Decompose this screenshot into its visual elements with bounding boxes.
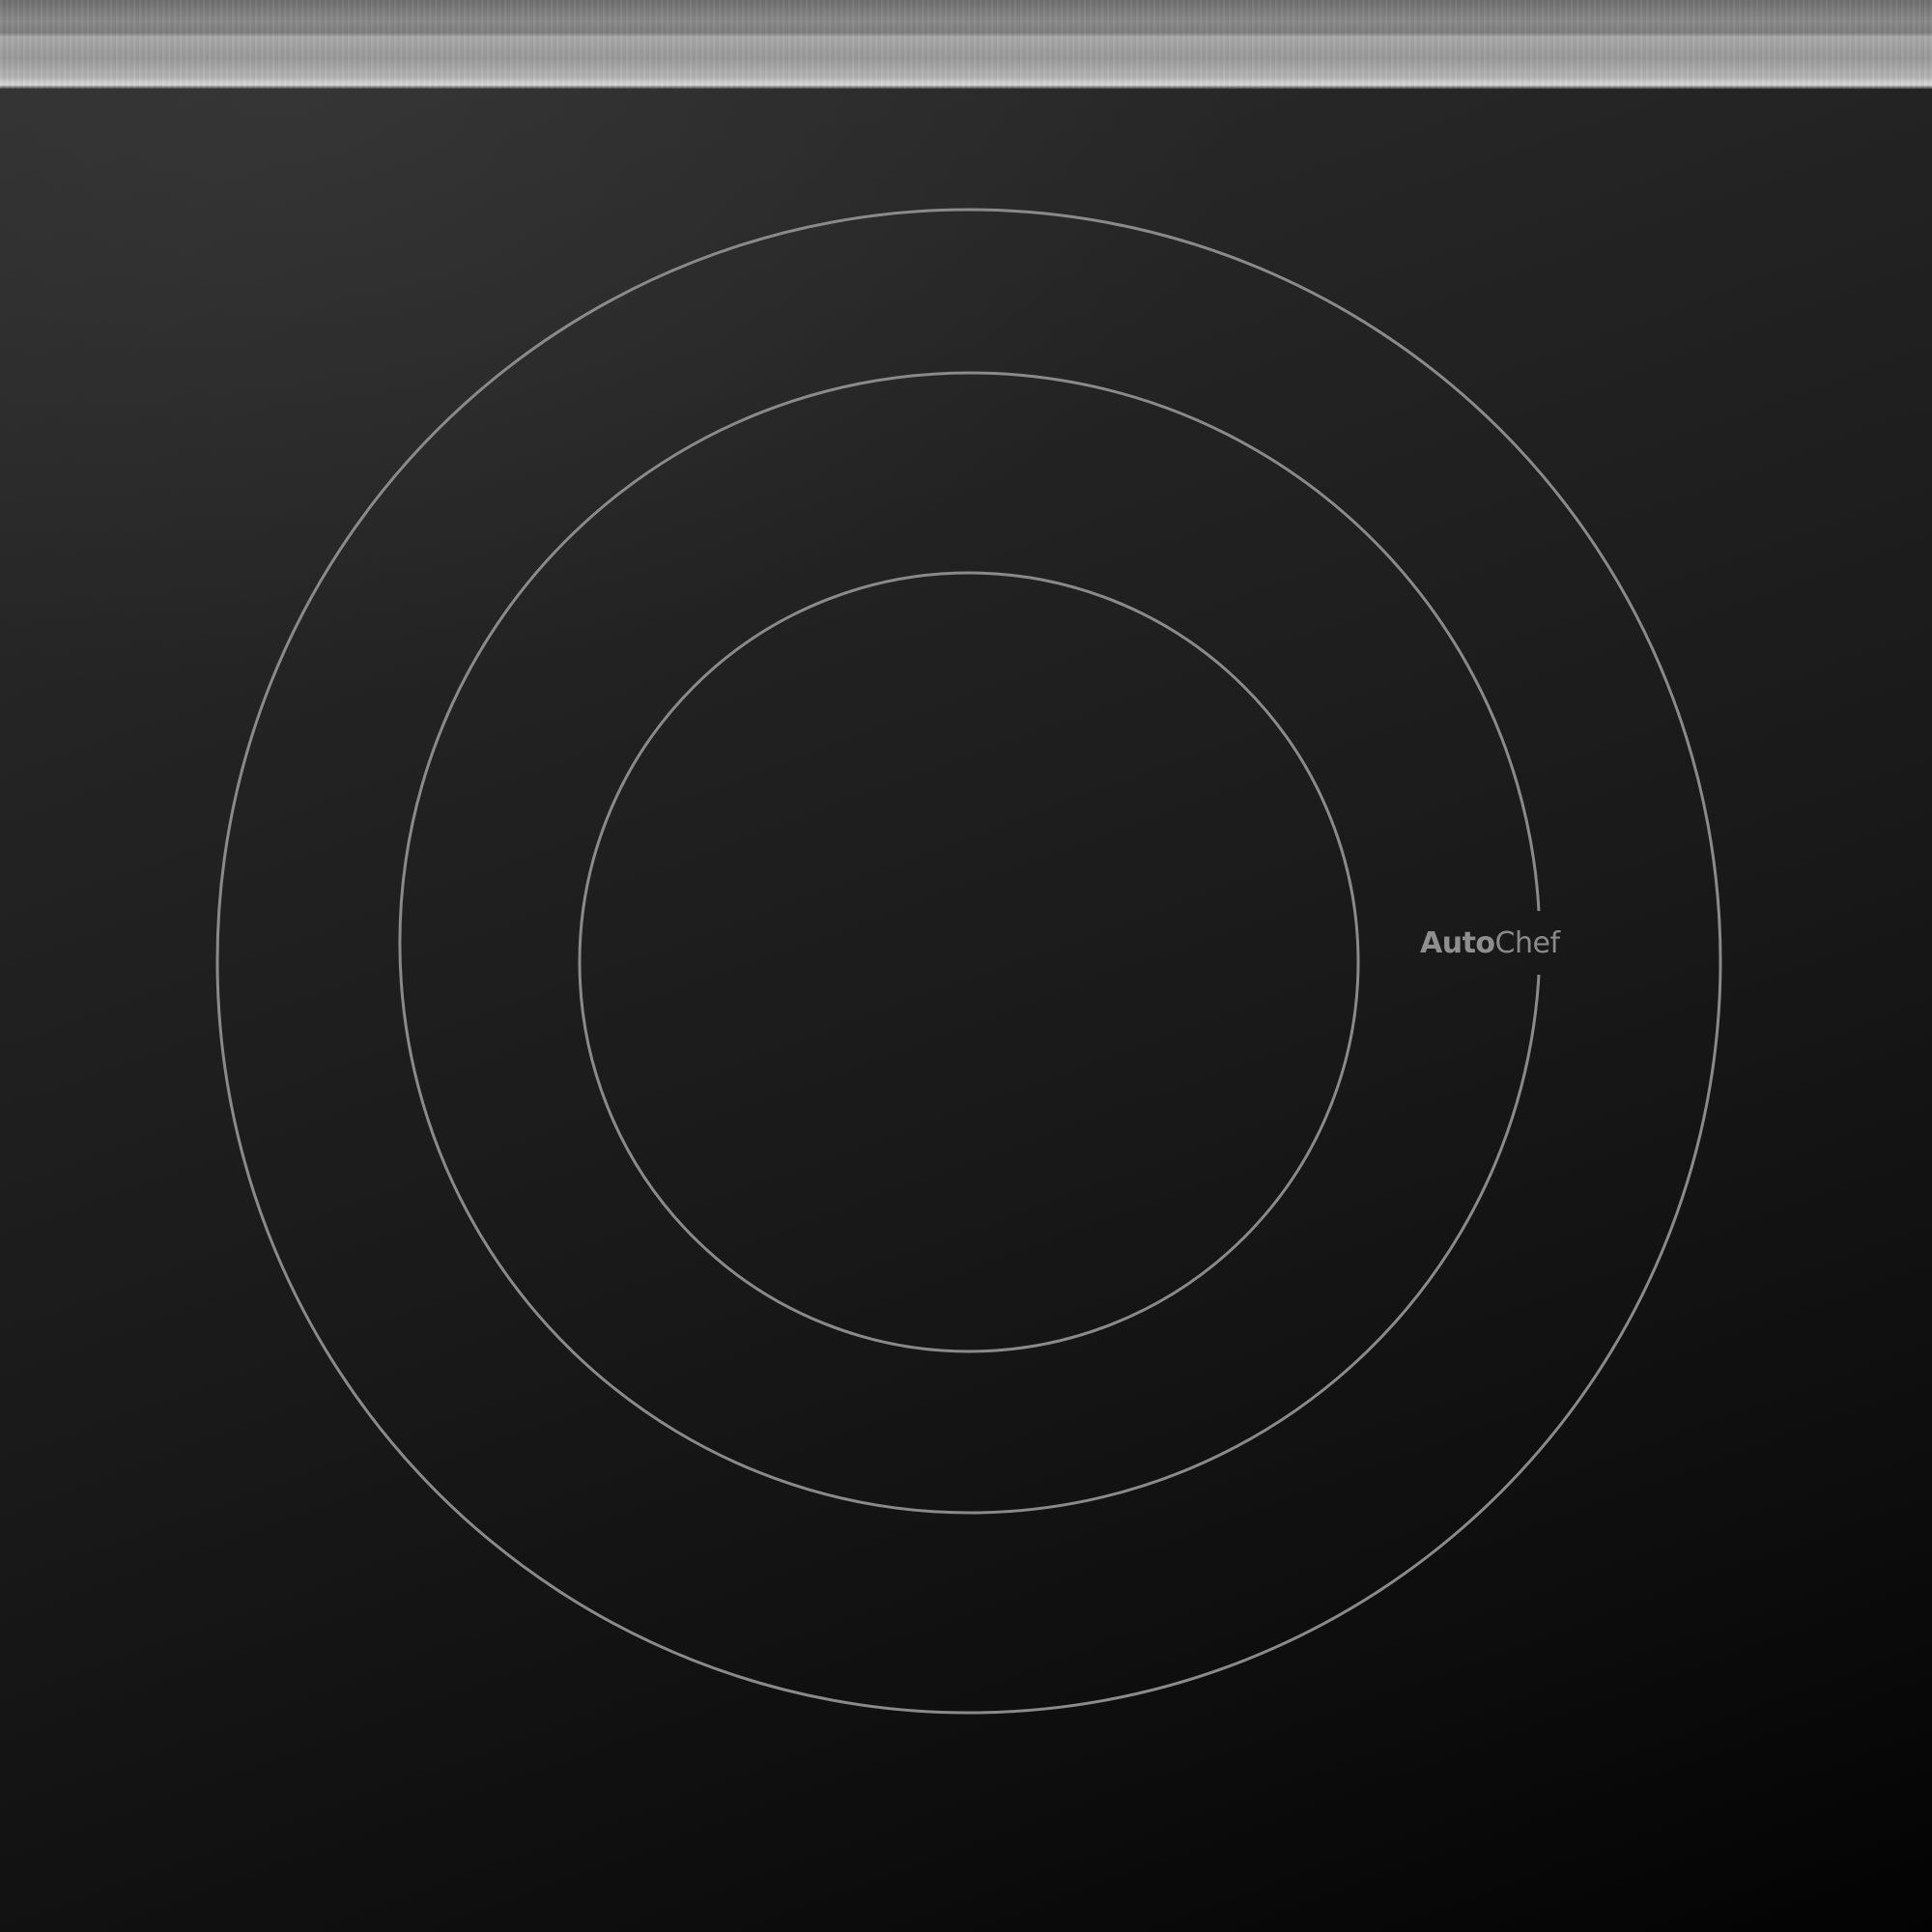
outer-burner-ring <box>215 208 1722 1715</box>
cooktop-scene: AutoChef <box>0 0 1932 1932</box>
inner-burner-ring <box>578 571 1360 1353</box>
middle-burner-ring <box>398 371 1541 1515</box>
brand-logo-bold: Auto <box>1420 926 1495 960</box>
burner-rings <box>215 208 1722 1715</box>
brand-logo-light: Chef <box>1494 926 1560 960</box>
brand-logo: AutoChef <box>1420 929 1560 958</box>
